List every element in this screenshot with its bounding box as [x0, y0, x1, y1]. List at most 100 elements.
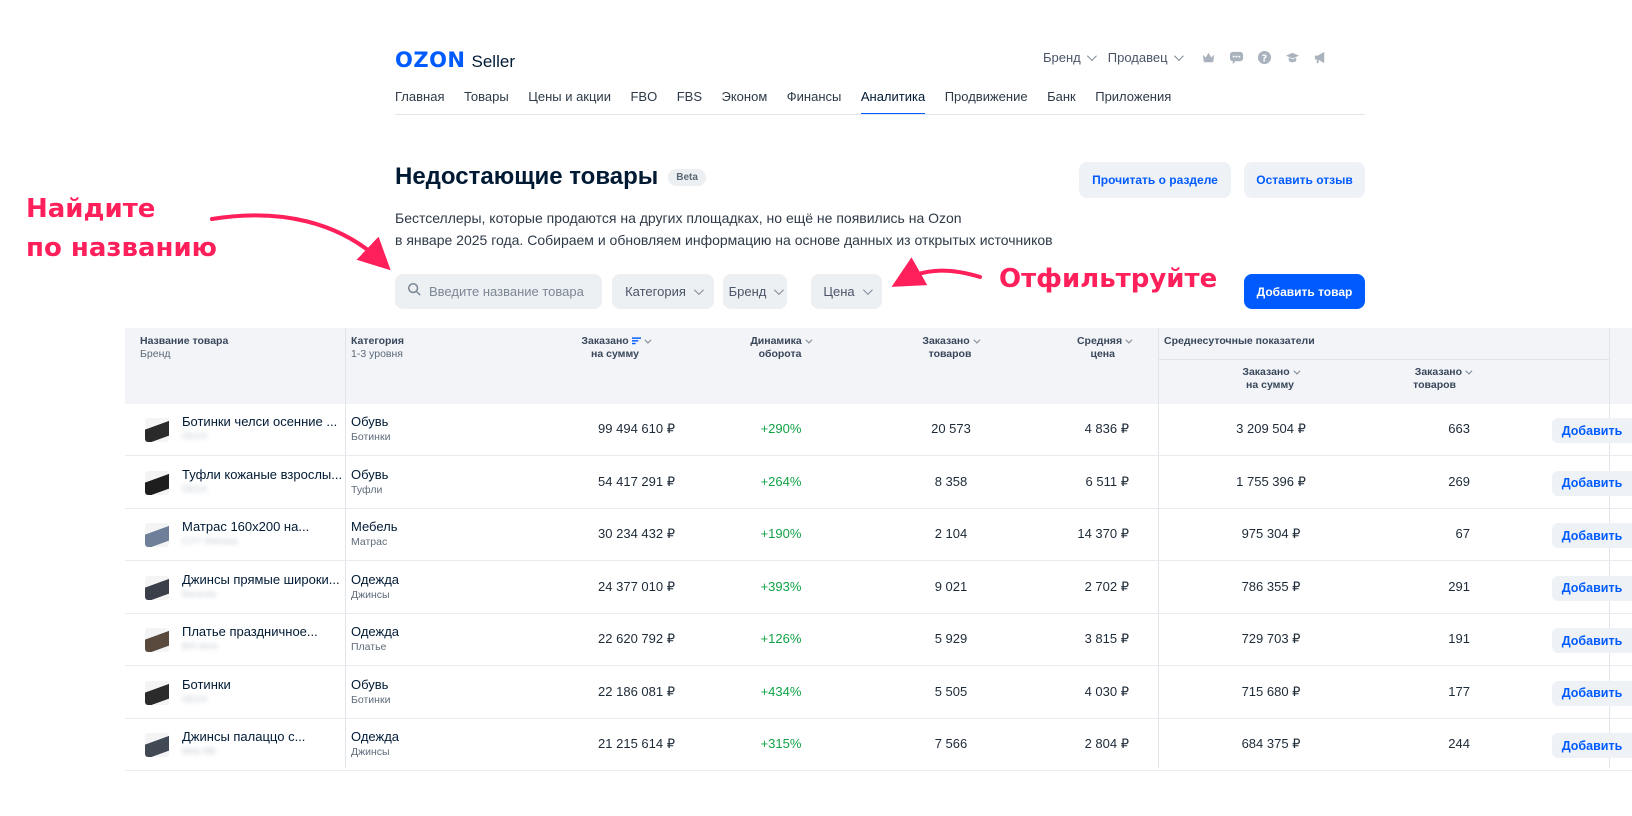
price-filter[interactable]: Цена [811, 274, 882, 309]
col-group-daily: Среднесуточные показатели [1164, 335, 1315, 347]
add-row-button[interactable]: Добавить [1552, 575, 1632, 601]
avg-price-value: 4 836 ₽ [1084, 421, 1129, 436]
ordered-qty-value: 2 104 [934, 526, 968, 541]
brand-filter[interactable]: Бренд [723, 274, 787, 309]
nav-item-promotion[interactable]: Продвижение [945, 89, 1028, 114]
brand-dropdown[interactable]: Бренд [1043, 50, 1097, 65]
nav-item-home[interactable]: Главная [395, 89, 444, 114]
avg-price-value: 2 804 ₽ [1084, 736, 1129, 751]
search-box [395, 274, 602, 309]
arrow-to-filters [891, 257, 982, 287]
ozon-seller-logo[interactable]: OZON Seller [395, 48, 515, 72]
sort-desc-icon [631, 337, 641, 345]
daily-sum-value: 1 755 396 ₽ [1236, 473, 1306, 489]
nav-item-fbs[interactable]: FBS [677, 89, 702, 114]
arrow-to-search [210, 213, 391, 271]
add-product-button[interactable]: Добавить товар [1244, 274, 1365, 309]
product-thumbnail[interactable] [145, 418, 169, 442]
avg-price-value: 14 370 ₽ [1077, 526, 1129, 541]
dynamics-value: +264% [760, 473, 802, 489]
daily-qty-value: 291 [1448, 578, 1470, 594]
add-row-button[interactable]: Добавить [1552, 733, 1632, 758]
product-name[interactable]: Туфли кожаные взрослы... [182, 467, 342, 482]
add-row-button[interactable]: Добавить [1552, 628, 1632, 653]
page-title: Недостающие товары Beta [395, 163, 706, 191]
ordered-qty-value: 8 358 [934, 473, 968, 489]
avg-price-value: 2 702 ₽ [1084, 578, 1129, 594]
nav-item-apps[interactable]: Приложения [1095, 89, 1171, 114]
read-about-section-button[interactable]: Прочитать о разделе [1079, 162, 1231, 198]
add-row-button[interactable]: Добавить [1552, 418, 1632, 443]
product-name[interactable]: Платье праздничное... [182, 624, 318, 639]
table-row: Туфли кожаные взрослы... DEOX Обувь Туфл… [125, 457, 1632, 509]
description-line: Бестселлеры, которые продаются на других… [395, 210, 962, 226]
nav-item-analytics[interactable]: Аналитика [860, 89, 926, 115]
search-input[interactable] [427, 283, 591, 300]
product-name[interactable]: Ботинки [182, 677, 231, 692]
nav-item-products[interactable]: Товары [464, 89, 509, 114]
seller-dropdown-label: Продавец [1107, 50, 1168, 65]
col-header-ordered-sum[interactable]: Заказано на сумму [565, 335, 665, 361]
group-divider [1158, 359, 1609, 360]
nav-item-prices[interactable]: Цены и акции [528, 89, 611, 114]
col-header-ordered-qty[interactable]: Заказано товаров [895, 335, 1005, 361]
product-name[interactable]: Ботинки челси осенние ... [182, 414, 337, 429]
chevron-down-icon [643, 336, 652, 344]
avg-price-value: 4 030 ₽ [1084, 683, 1129, 699]
col-header-avg-price[interactable]: Средняя цена [1035, 335, 1133, 361]
product-name[interactable]: Матрас 160х200 на... [182, 519, 309, 534]
product-thumbnail[interactable] [145, 575, 169, 600]
table-row: Джинсы прямые широки... Baranda Одежда Д… [125, 562, 1632, 614]
nav-item-bank[interactable]: Банк [1047, 89, 1076, 114]
product-thumbnail[interactable] [145, 628, 169, 652]
product-thumbnail[interactable] [145, 733, 169, 757]
chevron-down-icon [1465, 367, 1473, 375]
product-thumbnail[interactable] [145, 523, 169, 547]
product-thumbnail[interactable] [145, 470, 169, 495]
ordered-sum-value: 30 234 432 ₽ [598, 526, 675, 541]
product-subcategory: Туфли [351, 483, 383, 496]
add-row-button[interactable]: Добавить [1552, 470, 1632, 496]
crown-icon[interactable] [1201, 50, 1216, 65]
nav-divider [395, 114, 1365, 115]
annotation-line: по названию [26, 233, 217, 263]
beta-badge: Beta [668, 168, 706, 186]
avg-price-value: 6 511 ₽ [1085, 473, 1129, 489]
annotation-line: Найдите [26, 194, 156, 224]
megaphone-icon[interactable] [1313, 50, 1328, 65]
help-icon[interactable]: ? [1257, 50, 1272, 65]
add-row-button[interactable]: Добавить [1552, 680, 1632, 706]
find-by-name-annotation: Найдите по названию [26, 190, 217, 268]
category-filter[interactable]: Категория [612, 274, 714, 309]
product-thumbnail[interactable] [145, 680, 169, 705]
main-nav: Главная Товары Цены и акции FBO FBS Экон… [395, 89, 1191, 115]
chat-icon[interactable] [1229, 50, 1244, 65]
leave-review-button[interactable]: Оставить отзыв [1244, 162, 1365, 198]
product-subcategory: Платье [351, 641, 387, 653]
col-header-daily-sum[interactable]: Заказано на сумму [1215, 366, 1325, 392]
graduation-cap-icon[interactable] [1285, 50, 1300, 65]
daily-qty-value: 177 [1448, 683, 1470, 699]
nav-item-fbo[interactable]: FBO [630, 89, 657, 114]
ordered-sum-value: 24 377 010 ₽ [598, 578, 675, 594]
header-actions: Бренд Продавец ? [1043, 50, 1328, 65]
chevron-down-icon [805, 336, 813, 344]
product-name[interactable]: Джинсы прямые широки... [182, 572, 340, 587]
col-header-dynamics[interactable]: Динамика оборота [725, 335, 835, 361]
product-name[interactable]: Джинсы палаццо с... [182, 729, 305, 744]
chevron-down-icon [973, 336, 981, 344]
nav-item-finance[interactable]: Финансы [787, 89, 842, 114]
product-category: Одежда [351, 729, 400, 744]
product-category: Мебель [351, 519, 398, 534]
seller-dropdown[interactable]: Продавец [1107, 50, 1184, 65]
add-row-button[interactable]: Добавить [1552, 523, 1632, 548]
product-subcategory: Джинсы [351, 746, 390, 758]
column-divider [1609, 328, 1610, 404]
table-row: Ботинки DEOX Обувь Ботинки 22 186 081 ₽ … [125, 667, 1632, 719]
product-brand: DEOX [182, 483, 208, 494]
col-header-daily-qty[interactable]: Заказано товаров [1365, 366, 1473, 392]
col-header-category[interactable]: Категория 1-3 уровня [351, 335, 404, 361]
col-header-name[interactable]: Название товара Бренд [140, 335, 228, 361]
daily-sum-value: 786 355 ₽ [1241, 578, 1301, 594]
nav-item-econom[interactable]: Эконом [722, 89, 768, 114]
